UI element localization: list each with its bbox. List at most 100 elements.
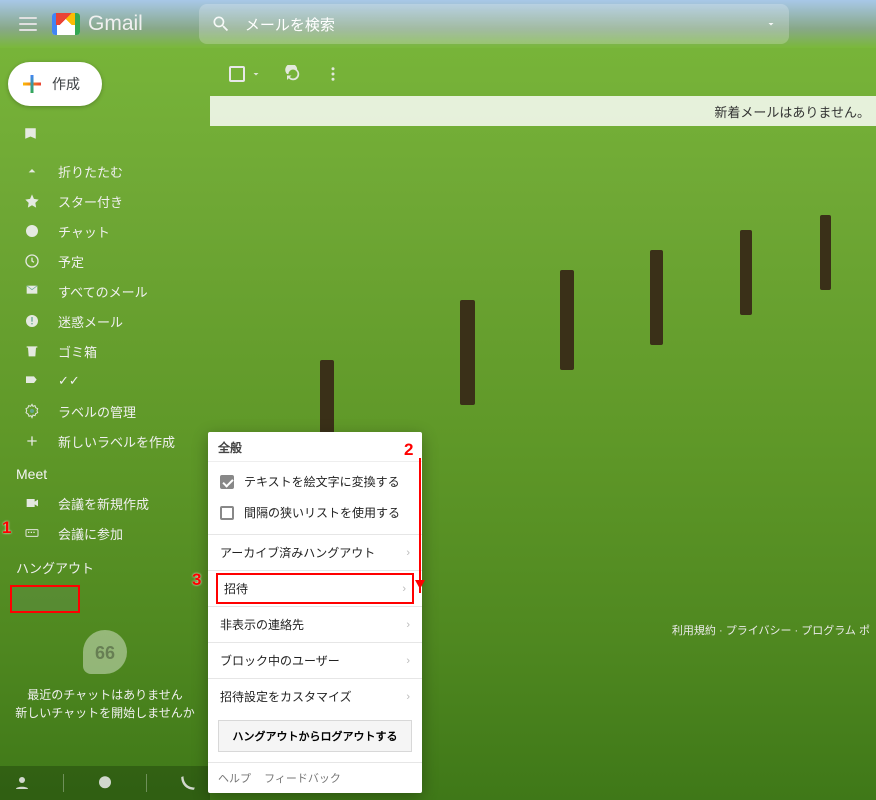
sidebar-category-tag[interactable] [0, 120, 210, 150]
sidebar-item-starred[interactable]: スター付き [0, 186, 210, 216]
sidebar-label: すべてのメール [58, 282, 148, 301]
footer-privacy[interactable]: プライバシー [726, 625, 792, 637]
chat-icon [20, 223, 44, 239]
popup-item-label: アーカイブ済みハングアウト [220, 544, 375, 561]
sidebar-item-custom-label[interactable]: ✓✓ [0, 366, 210, 396]
hangout-icon [83, 630, 127, 674]
plus-icon [22, 74, 42, 94]
chevron-up-icon [20, 163, 44, 179]
sidebar-item-trash[interactable]: ゴミ箱 [0, 336, 210, 366]
footer-program[interactable]: プログラム ポ [801, 625, 870, 637]
popup-option-emoji[interactable]: テキストを絵文字に変換する [208, 466, 422, 497]
chevron-right-icon: › [406, 655, 410, 667]
popup-item-label: 非表示の連絡先 [220, 616, 304, 633]
gmail-logo[interactable]: Gmail [52, 12, 143, 36]
popup-header: 全般 [208, 432, 422, 462]
hamburger-icon [19, 17, 37, 31]
hangout-empty-line1: 最近のチャットはありません [0, 686, 210, 704]
compose-label: 作成 [52, 74, 80, 94]
inbox-toolbar [210, 54, 876, 94]
annotation-arrow [419, 458, 421, 593]
keyboard-icon [20, 525, 44, 541]
label-icon [20, 126, 44, 144]
popup-option-label: テキストを絵文字に変換する [244, 473, 400, 490]
sidebar-item-manage-labels[interactable]: ラベルの管理 [0, 396, 210, 426]
hangout-settings-popup: 全般 テキストを絵文字に変換する 間隔の狭いリストを使用する アーカイブ済みハン… [208, 432, 422, 793]
label-icon [20, 373, 44, 389]
popup-item-label: ブロック中のユーザー [220, 652, 340, 669]
caret-down-icon[interactable] [250, 68, 262, 80]
meet-new[interactable]: 会議を新規作成 [0, 488, 210, 518]
popup-item-archived[interactable]: アーカイブ済みハングアウト › [208, 537, 422, 568]
refresh-button[interactable] [284, 65, 302, 83]
sidebar-item-spam[interactable]: 迷惑メール [0, 306, 210, 336]
sidebar-item-new-label[interactable]: 新しいラベルを作成 [0, 426, 210, 456]
meet-label: 会議を新規作成 [58, 494, 149, 513]
main-menu-button[interactable] [8, 4, 48, 44]
hangout-user-avatar[interactable] [10, 585, 80, 613]
mail-icon [20, 283, 44, 299]
popup-item-invite[interactable]: 招待 › [216, 573, 414, 604]
sidebar-item-chat[interactable]: チャット [0, 216, 210, 246]
sidebar-item-allmail[interactable]: すべてのメール [0, 276, 210, 306]
more-button[interactable] [324, 65, 342, 83]
warning-icon [20, 313, 44, 329]
checkbox-checked-icon [220, 475, 234, 489]
popup-option-label: 間隔の狭いリストを使用する [244, 504, 400, 521]
sidebar-label: 予定 [58, 252, 84, 271]
video-icon [20, 495, 44, 511]
gear-icon [20, 403, 44, 419]
search-bar[interactable]: メールを検索 [199, 4, 789, 44]
checkbox-icon [220, 506, 234, 520]
header: Gmail メールを検索 [0, 0, 876, 48]
hangout-bottom-bar [0, 766, 210, 800]
chevron-right-icon: › [406, 691, 410, 703]
popup-help-link[interactable]: ヘルプ [218, 773, 251, 785]
chevron-right-icon: › [406, 619, 410, 631]
hangouts-button[interactable] [92, 770, 118, 796]
footer-terms[interactable]: 利用規約 [672, 625, 716, 637]
chevron-right-icon: › [406, 547, 410, 559]
popup-logout-button[interactable]: ハングアウトからログアウトする [218, 720, 412, 752]
sidebar-label: 新しいラベルを作成 [58, 432, 175, 451]
select-all-checkbox[interactable] [222, 59, 252, 89]
popup-feedback-link[interactable]: フィードバック [264, 773, 341, 785]
popup-item-hidden[interactable]: 非表示の連絡先 › [208, 609, 422, 640]
empty-inbox-banner: 新着メールはありません。 [210, 96, 876, 126]
sidebar-label: スター付き [58, 192, 123, 211]
popup-item-blocked[interactable]: ブロック中のユーザー › [208, 645, 422, 676]
sidebar-label: 迷惑メール [58, 312, 123, 331]
popup-item-customize[interactable]: 招待設定をカスタマイズ › [208, 681, 422, 712]
sidebar-label: ✓✓ [58, 373, 80, 389]
sidebar-label: 折りたたむ [58, 162, 123, 181]
popup-item-label: 招待設定をカスタマイズ [220, 688, 352, 705]
trash-icon [20, 343, 44, 359]
contacts-button[interactable] [9, 770, 35, 796]
plus-icon [20, 433, 44, 449]
meet-join[interactable]: 会議に参加 [0, 518, 210, 548]
footer-links: 利用規約 · プライバシー · プログラム ポ [672, 622, 870, 638]
empty-inbox-text: 新着メールはありません。 [714, 102, 870, 121]
search-icon [211, 14, 231, 34]
sidebar-item-collapse[interactable]: 折りたたむ [0, 156, 210, 186]
sidebar-label: ゴミ箱 [58, 342, 97, 361]
caret-down-icon[interactable] [765, 18, 777, 30]
gmail-icon [52, 13, 80, 35]
sidebar: 折りたたむ スター付き チャット 予定 すべてのメール 迷惑メール ゴミ箱 ✓✓… [0, 120, 210, 613]
clock-icon [20, 253, 44, 269]
phone-button[interactable] [175, 770, 201, 796]
sidebar-item-scheduled[interactable]: 予定 [0, 246, 210, 276]
popup-item-label: 招待 [224, 580, 248, 597]
sidebar-label: ラベルの管理 [58, 402, 136, 421]
meet-section-header: Meet [0, 456, 210, 488]
compose-button[interactable]: 作成 [8, 62, 102, 106]
hangout-section-header: ハングアウト [0, 548, 210, 581]
sidebar-label: チャット [58, 222, 110, 241]
chevron-right-icon: › [402, 583, 406, 595]
star-icon [20, 193, 44, 209]
popup-option-dense[interactable]: 間隔の狭いリストを使用する [208, 497, 422, 528]
gmail-logo-text: Gmail [88, 12, 143, 36]
hangout-empty-line2: 新しいチャットを開始しませんか [0, 704, 210, 722]
meet-label: 会議に参加 [58, 524, 123, 543]
search-placeholder: メールを検索 [245, 14, 765, 35]
